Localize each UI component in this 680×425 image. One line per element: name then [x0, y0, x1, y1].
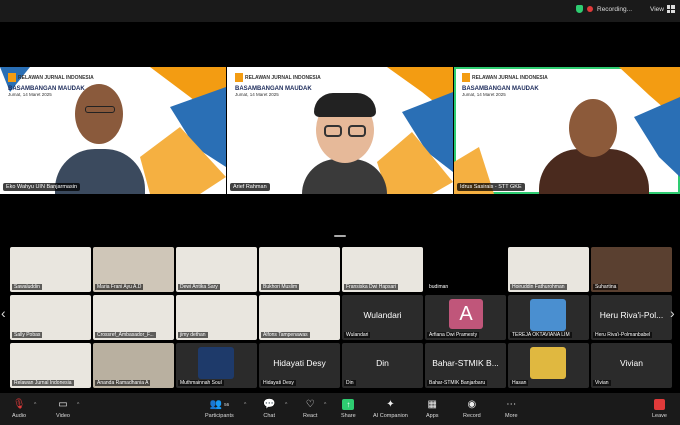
participant-count: 56	[224, 401, 230, 407]
participant-tile[interactable]: Sawaluddin	[10, 247, 91, 292]
chevron-up-icon[interactable]: ^	[324, 402, 326, 408]
profile-photo	[530, 299, 566, 331]
share-button[interactable]: ↑ Share	[341, 397, 356, 419]
chat-button[interactable]: 💬 Chat	[263, 397, 276, 420]
resize-handle[interactable]	[334, 235, 346, 237]
rji-logo: RELAWAN JURNAL INDONESIA	[462, 73, 548, 82]
shield-icon	[576, 5, 583, 13]
participant-tile[interactable]: Heru Riva'i-Pol... Heru Riva'i-Polmanbabe…	[591, 295, 672, 340]
share-screen-icon: ↑	[342, 398, 355, 410]
avatar-video	[302, 89, 387, 194]
participant-tile[interactable]: TEREJA OKTAVIANA LIM	[508, 295, 589, 340]
chevron-right-icon[interactable]: ›	[670, 305, 675, 321]
video-button[interactable]: ▭ Video	[56, 397, 70, 420]
active-speaker-tile[interactable]: RELAWAN JURNAL INDONESIA BASAMBANGAN MAU…	[454, 67, 680, 194]
more-dots-icon: ⋯	[506, 398, 517, 410]
participant-tile[interactable]: Hidayati Desy Hidayati Desy	[259, 343, 340, 388]
participant-tile[interactable]: Bahar-STMIK B... Bahar-STMIK Banjarbaru	[425, 343, 506, 388]
speaker-tile[interactable]: RELAWAN JURNAL INDONESIA BASAMBANGAN MAU…	[227, 67, 453, 194]
participant-tile[interactable]: Suhartina	[591, 247, 672, 292]
heart-icon: ♡	[305, 398, 315, 410]
meeting-toolbar: 🎙 Audio ^ ▭ Video ^ 👥 56 Participants ^ 💬…	[0, 393, 680, 425]
profile-photo	[530, 347, 566, 379]
leave-button[interactable]: Leave	[652, 397, 667, 419]
participant-tile[interactable]: Dewi Antika Sary	[176, 247, 257, 292]
event-banner: RELAWAN JURNAL INDONESIA BASAMBANGAN MAU…	[462, 73, 548, 97]
record-dot-icon	[587, 6, 593, 12]
apps-button[interactable]: ▦ Apps	[426, 397, 439, 420]
participant-tile[interactable]: Wulandari Wulandari	[342, 295, 423, 340]
audio-button[interactable]: 🎙 Audio	[12, 397, 26, 420]
speaker-name: Arief Rahman	[230, 183, 270, 191]
participant-tile[interactable]: Relawan Jurnal Indonesia	[10, 343, 91, 388]
avatar-letter: A	[449, 299, 483, 329]
participant-tile[interactable]: budiman	[425, 247, 506, 292]
view-button[interactable]: View	[650, 5, 675, 13]
profile-photo	[198, 347, 234, 379]
participant-tile[interactable]: jimy dethan	[176, 295, 257, 340]
participant-tile[interactable]: Crossref_Ambasador_F...	[93, 295, 174, 340]
record-button[interactable]: ◉ Record	[463, 397, 481, 420]
participant-tile[interactable]: Muthmainnah Soul	[176, 343, 257, 388]
rji-logo: RELAWAN JURNAL INDONESIA	[235, 73, 321, 82]
participant-tile[interactable]: Bukhori Muslim	[259, 247, 340, 292]
chevron-up-icon[interactable]: ^	[77, 402, 79, 408]
participant-tile[interactable]: A Arfiana Dwi Pramesty	[425, 295, 506, 340]
sparkle-icon: ✦	[386, 398, 395, 410]
more-button[interactable]: ⋯ More	[505, 397, 518, 420]
speaker-name: Idrus Sasirais - STT GKE	[457, 183, 525, 191]
participants-button[interactable]: 👥 56 Participants	[205, 397, 234, 420]
chevron-up-icon[interactable]: ^	[244, 402, 246, 408]
participant-tile[interactable]: Vivian Vivian	[591, 343, 672, 388]
participant-tile[interactable]: Sally Pobas	[10, 295, 91, 340]
gallery-view: Sawaluddin Maria Frani Ayu A.D Dewi Anti…	[10, 247, 672, 388]
speaker-tile[interactable]: RELAWAN JURNAL INDONESIA BASAMBANGAN MAU…	[0, 67, 226, 194]
react-button[interactable]: ♡ React	[303, 397, 317, 420]
participant-tile[interactable]: Alfons Tampenawas	[259, 295, 340, 340]
leave-icon	[654, 398, 665, 410]
speaker-name: Eko Wahyu UIN Banjarmasin	[3, 183, 81, 191]
chevron-up-icon[interactable]: ^	[285, 402, 287, 408]
video-camera-icon: ▭	[58, 398, 68, 410]
apps-grid-icon: ▦	[427, 398, 437, 410]
record-icon: ◉	[467, 398, 477, 410]
participant-tile[interactable]: Ananda Ramadhania A	[93, 343, 174, 388]
rji-logo: RELAWAN JURNAL INDONESIA	[8, 73, 94, 82]
view-label: View	[650, 5, 664, 13]
chevron-left-icon[interactable]: ‹	[1, 305, 6, 321]
chevron-up-icon[interactable]: ^	[34, 402, 36, 408]
participant-tile[interactable]: Maria Frani Ayu A.D	[93, 247, 174, 292]
participant-tile[interactable]: Din Din	[342, 343, 423, 388]
event-date: Jumat, 14 Maret 2025	[462, 92, 506, 97]
recording-indicator[interactable]: Recording...	[576, 5, 632, 13]
participant-tile[interactable]: Hoiruddin Fathurohman	[508, 247, 589, 292]
participant-video	[539, 99, 649, 194]
participant-tile[interactable]: Hasan	[508, 343, 589, 388]
ai-companion-button[interactable]: ✦ AI Companion	[373, 397, 408, 420]
grid-icon	[666, 5, 675, 13]
microphone-muted-icon: 🎙	[12, 398, 26, 410]
participants-icon: 👥 56	[209, 398, 230, 410]
meeting-topbar: Recording... View	[0, 0, 680, 22]
participant-tile[interactable]: Fransiska Dwi Hapsari	[342, 247, 423, 292]
recording-label: Recording...	[597, 5, 633, 13]
chat-bubble-icon: 💬	[263, 398, 276, 410]
participant-video	[55, 84, 145, 194]
